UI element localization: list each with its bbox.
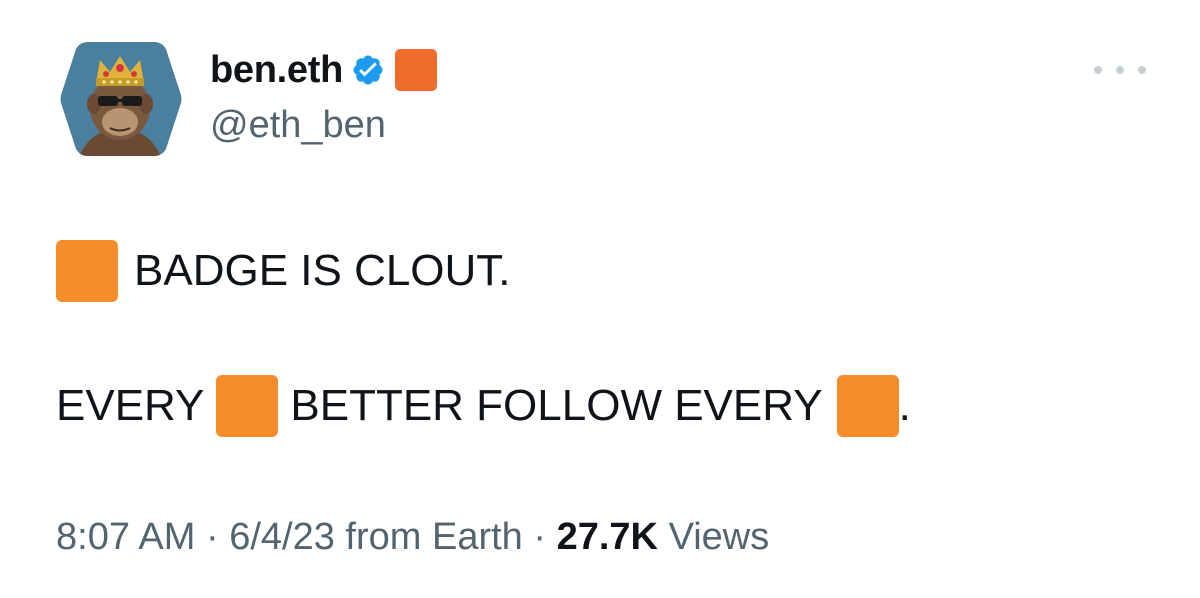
orange-square-emoji-icon xyxy=(836,375,899,437)
views-count[interactable]: 27.7K xyxy=(557,516,658,558)
tweet-text-line-2: EVERY BETTER FOLLOW EVERY . xyxy=(56,373,911,439)
tweet-date[interactable]: 6/4/23 xyxy=(229,516,335,558)
author-name-row: ben.eth xyxy=(210,44,438,96)
orange-square-emoji-icon xyxy=(216,375,279,437)
more-dot xyxy=(1094,66,1102,74)
tweet-text: BETTER FOLLOW EVERY xyxy=(290,381,823,430)
views-label: Views xyxy=(668,516,770,558)
more-dot xyxy=(1138,66,1146,74)
tweet-text: BADGE IS CLOUT. xyxy=(134,246,511,295)
tweet-text: . xyxy=(898,381,911,430)
tweet-text-line-1: BADGE IS CLOUT. xyxy=(56,238,511,304)
tweet-time[interactable]: 8:07 AM xyxy=(56,516,195,558)
more-dot xyxy=(1116,66,1124,74)
tweet-metadata: 8:07 AM · 6/4/23 from Earth · 27.7K View… xyxy=(56,516,769,559)
more-options-icon[interactable] xyxy=(1094,58,1146,82)
orange-square-badge-icon xyxy=(395,49,438,91)
separator: · xyxy=(533,516,547,558)
tweet-source: from Earth xyxy=(345,516,523,558)
separator: · xyxy=(205,516,219,558)
tweet-text: EVERY xyxy=(56,381,205,430)
display-name[interactable]: ben.eth xyxy=(210,49,343,92)
avatar[interactable] xyxy=(58,38,184,160)
verified-badge-icon[interactable] xyxy=(351,53,385,87)
author-handle[interactable]: @eth_ben xyxy=(210,104,386,147)
orange-square-emoji-icon xyxy=(56,240,118,302)
